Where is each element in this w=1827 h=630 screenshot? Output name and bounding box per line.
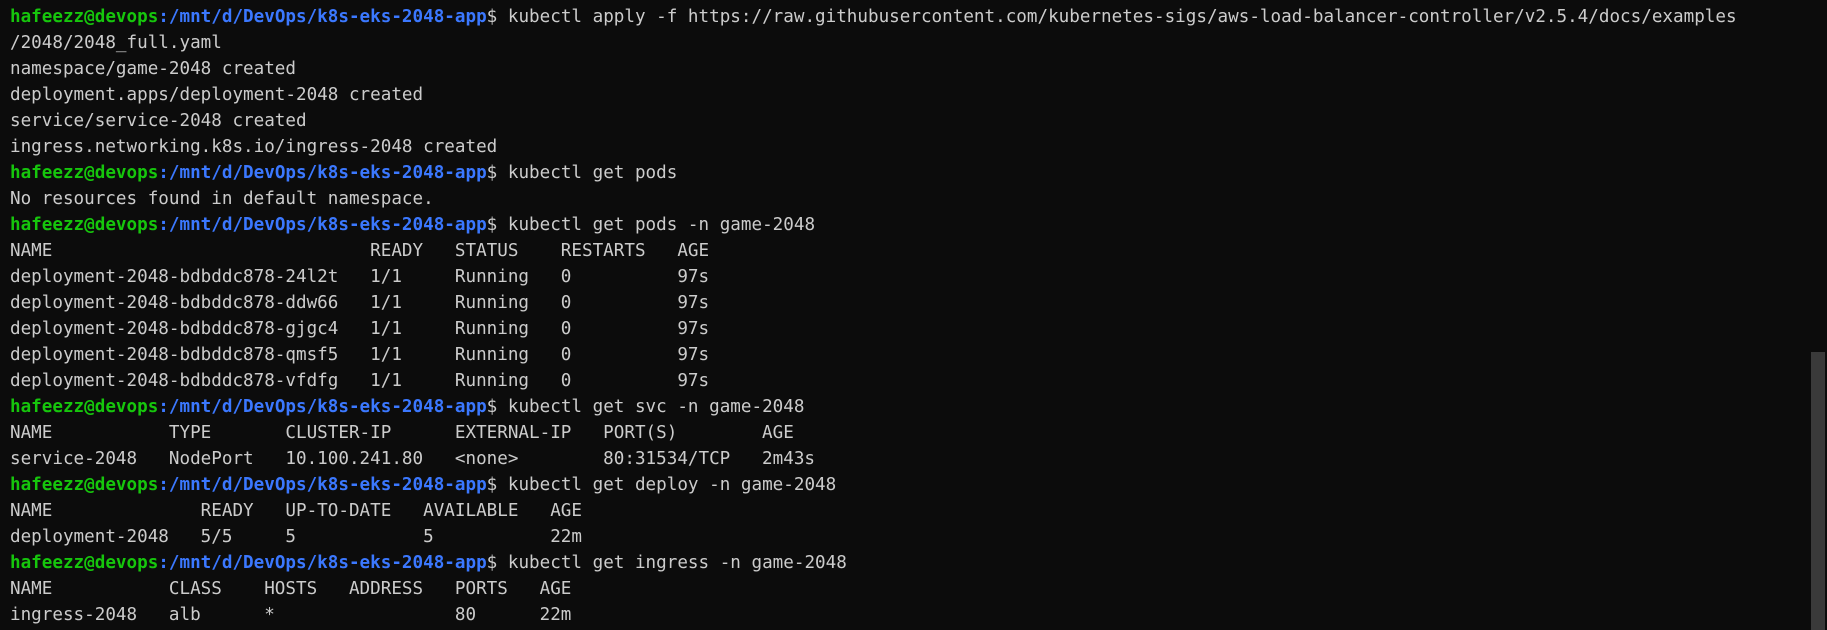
output-text: NAME READY UP-TO-DATE AVAILABLE AGE: [10, 501, 582, 521]
prompt-user: hafeezz@devops: [10, 475, 159, 495]
command-text: $ kubectl get pods: [486, 163, 678, 183]
prompt-user: hafeezz@devops: [10, 215, 159, 235]
output-text: namespace/game-2048 created: [10, 59, 296, 79]
output-text: NAME READY STATUS RESTARTS AGE: [10, 241, 710, 261]
output-text: NAME TYPE CLUSTER-IP EXTERNAL-IP PORT(S)…: [10, 423, 794, 443]
output-text: deployment-2048-bdbddc878-ddw66 1/1 Runn…: [10, 293, 710, 313]
command-text: $ kubectl apply -f https://raw.githubuse…: [486, 7, 1737, 27]
scrollbar-track[interactable]: [1807, 0, 1827, 630]
prompt-path: :/mnt/d/DevOps/k8s-eks-2048-app: [158, 215, 487, 235]
output-line: ingress.networking.k8s.io/ingress-2048 c…: [10, 134, 1800, 160]
prompt-path: :/mnt/d/DevOps/k8s-eks-2048-app: [158, 7, 487, 27]
terminal-window[interactable]: hafeezz@devops:/mnt/d/DevOps/k8s-eks-204…: [0, 0, 1827, 630]
output-line: NAME READY UP-TO-DATE AVAILABLE AGE: [10, 498, 1800, 524]
command-text: $ kubectl get pods -n game-2048: [486, 215, 816, 235]
command-text: $ kubectl get deploy -n game-2048: [486, 475, 837, 495]
output-line: deployment-2048-bdbddc878-24l2t 1/1 Runn…: [10, 264, 1800, 290]
command-text: $ kubectl get svc -n game-2048: [486, 397, 805, 417]
prompt-user: hafeezz@devops: [10, 397, 159, 417]
output-text: No resources found in default namespace.: [10, 189, 434, 209]
prompt-line: hafeezz@devops:/mnt/d/DevOps/k8s-eks-204…: [10, 160, 1800, 186]
output-text: ingress-2048 alb * 80 22m: [10, 605, 572, 625]
prompt-path: :/mnt/d/DevOps/k8s-eks-2048-app: [158, 163, 487, 183]
prompt-line: hafeezz@devops:/mnt/d/DevOps/k8s-eks-204…: [10, 550, 1800, 576]
prompt-user: hafeezz@devops: [10, 553, 159, 573]
output-text: /2048/2048_full.yaml: [10, 33, 222, 53]
output-line: service-2048 NodePort 10.100.241.80 <non…: [10, 446, 1800, 472]
prompt-line: hafeezz@devops:/mnt/d/DevOps/k8s-eks-204…: [10, 472, 1800, 498]
output-line: deployment-2048-bdbddc878-gjgc4 1/1 Runn…: [10, 316, 1800, 342]
output-line: deployment-2048 5/5 5 5 22m: [10, 524, 1800, 550]
output-line: deployment-2048-bdbddc878-vfdfg 1/1 Runn…: [10, 368, 1800, 394]
prompt-path: :/mnt/d/DevOps/k8s-eks-2048-app: [158, 475, 487, 495]
output-line: NAME CLASS HOSTS ADDRESS PORTS AGE: [10, 576, 1800, 602]
prompt-path: :/mnt/d/DevOps/k8s-eks-2048-app: [158, 553, 487, 573]
prompt-path: :/mnt/d/DevOps/k8s-eks-2048-app: [158, 397, 487, 417]
output-line: deployment-2048-bdbddc878-ddw66 1/1 Runn…: [10, 290, 1800, 316]
prompt-user: hafeezz@devops: [10, 163, 159, 183]
output-line: ingress-2048 alb * 80 22m: [10, 602, 1800, 628]
prompt-line: hafeezz@devops:/mnt/d/DevOps/k8s-eks-204…: [10, 212, 1800, 238]
output-line: deployment.apps/deployment-2048 created: [10, 82, 1800, 108]
terminal-output[interactable]: hafeezz@devops:/mnt/d/DevOps/k8s-eks-204…: [10, 4, 1800, 630]
output-text: deployment-2048-bdbddc878-vfdfg 1/1 Runn…: [10, 371, 710, 391]
output-text: deployment-2048-bdbddc878-24l2t 1/1 Runn…: [10, 267, 710, 287]
prompt-user: hafeezz@devops: [10, 7, 159, 27]
output-line: NAME TYPE CLUSTER-IP EXTERNAL-IP PORT(S)…: [10, 420, 1800, 446]
output-text: deployment.apps/deployment-2048 created: [10, 85, 424, 105]
output-text: deployment-2048-bdbddc878-qmsf5 1/1 Runn…: [10, 345, 710, 365]
prompt-line: hafeezz@devops:/mnt/d/DevOps/k8s-eks-204…: [10, 4, 1800, 30]
command-text: $ kubectl get ingress -n game-2048: [486, 553, 847, 573]
output-line: namespace/game-2048 created: [10, 56, 1800, 82]
output-line: NAME READY STATUS RESTARTS AGE: [10, 238, 1800, 264]
output-text: ingress.networking.k8s.io/ingress-2048 c…: [10, 137, 498, 157]
output-text: deployment-2048-bdbddc878-gjgc4 1/1 Runn…: [10, 319, 710, 339]
output-text: service/service-2048 created: [10, 111, 307, 131]
output-line: deployment-2048-bdbddc878-qmsf5 1/1 Runn…: [10, 342, 1800, 368]
output-text: service-2048 NodePort 10.100.241.80 <non…: [10, 449, 816, 469]
output-line: service/service-2048 created: [10, 108, 1800, 134]
output-line: No resources found in default namespace.: [10, 186, 1800, 212]
output-text: deployment-2048 5/5 5 5 22m: [10, 527, 582, 547]
output-text: NAME CLASS HOSTS ADDRESS PORTS AGE: [10, 579, 572, 599]
prompt-line: hafeezz@devops:/mnt/d/DevOps/k8s-eks-204…: [10, 394, 1800, 420]
scrollbar-thumb[interactable]: [1811, 352, 1825, 630]
output-line: /2048/2048_full.yaml: [10, 30, 1800, 56]
